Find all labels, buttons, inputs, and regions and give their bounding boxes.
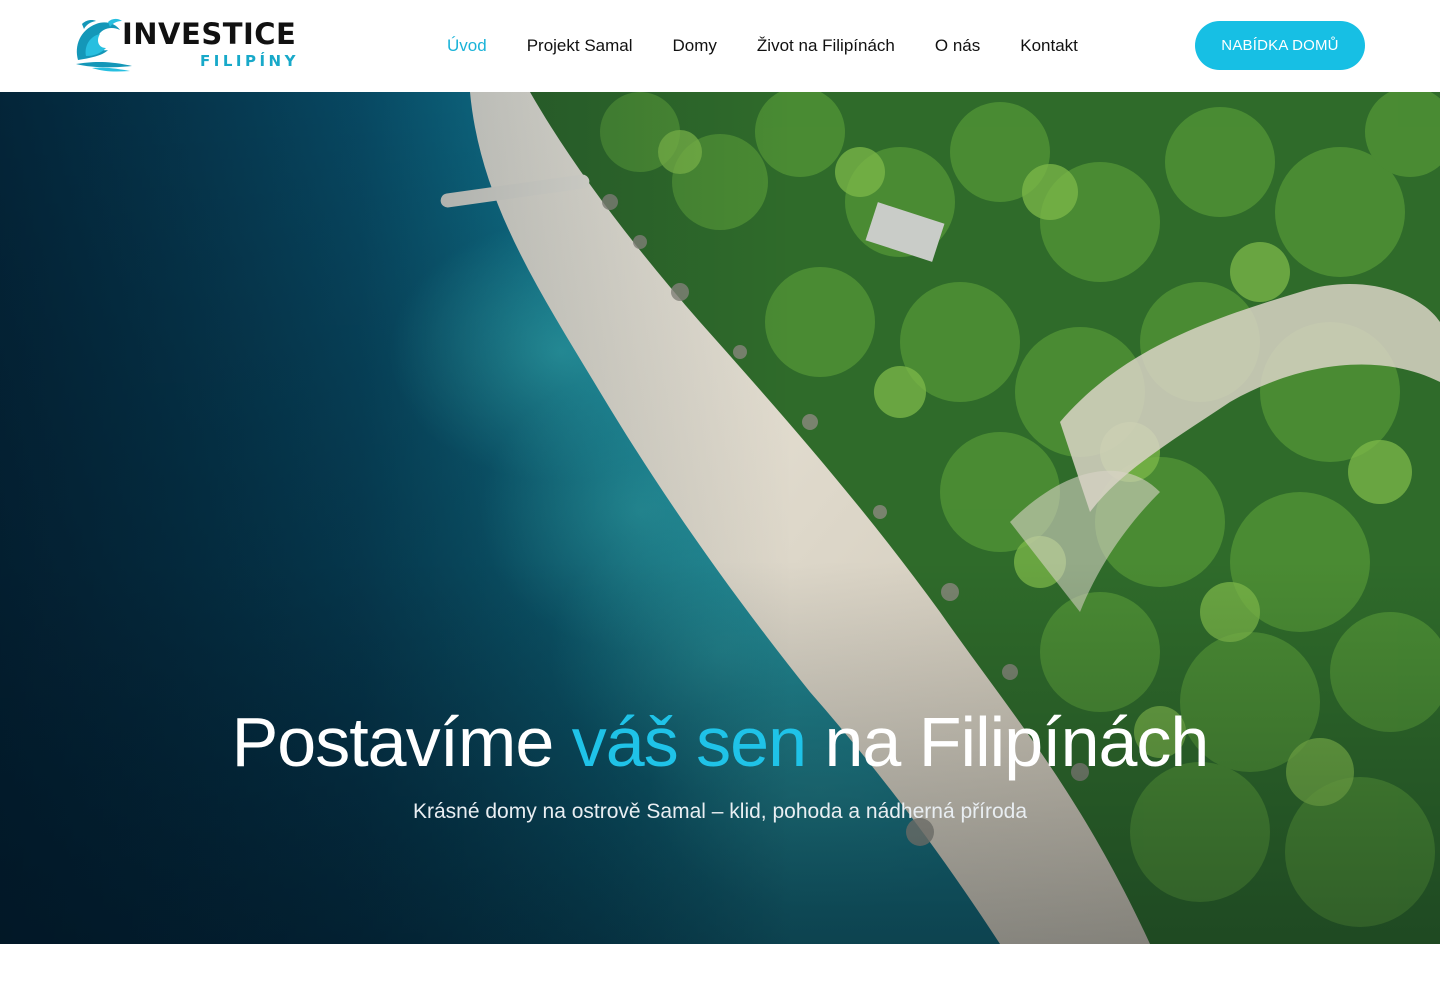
page-continuation	[0, 944, 1440, 1000]
site-header: INVESTICE FILIPÍNY Úvod Projekt Samal Do…	[0, 0, 1440, 92]
hero-title-highlight: váš sen	[571, 703, 807, 781]
nav-item-projekt-samal[interactable]: Projekt Samal	[527, 35, 633, 57]
nav-item-uvod[interactable]: Úvod	[447, 35, 487, 57]
hero-subtitle: Krásné domy na ostrově Samal – klid, poh…	[412, 800, 1028, 823]
nav-item-domy[interactable]: Domy	[673, 35, 717, 57]
hero-title-before: Postavíme	[231, 703, 555, 781]
site-logo[interactable]: INVESTICE FILIPÍNY	[72, 14, 302, 74]
nav-item-kontakt[interactable]: Kontakt	[1020, 35, 1078, 57]
brand-name: INVESTICE	[122, 17, 297, 51]
brand-subname: FILIPÍNY	[200, 52, 299, 70]
hero-title-after: na Filipínách	[824, 703, 1209, 781]
hero-section: Postavíme váš sen na Filipínách Krásné d…	[0, 92, 1440, 944]
nav-item-zivot-na-filipinach[interactable]: Život na Filipínách	[757, 35, 895, 57]
offer-houses-button[interactable]: NABÍDKA DOMŮ	[1195, 21, 1365, 70]
hero-title: Postavíme váš sen na Filipínách	[0, 702, 1440, 782]
main-nav: Úvod Projekt Samal Domy Život na Filipín…	[447, 34, 1078, 58]
nav-item-o-nas[interactable]: O nás	[935, 35, 980, 57]
